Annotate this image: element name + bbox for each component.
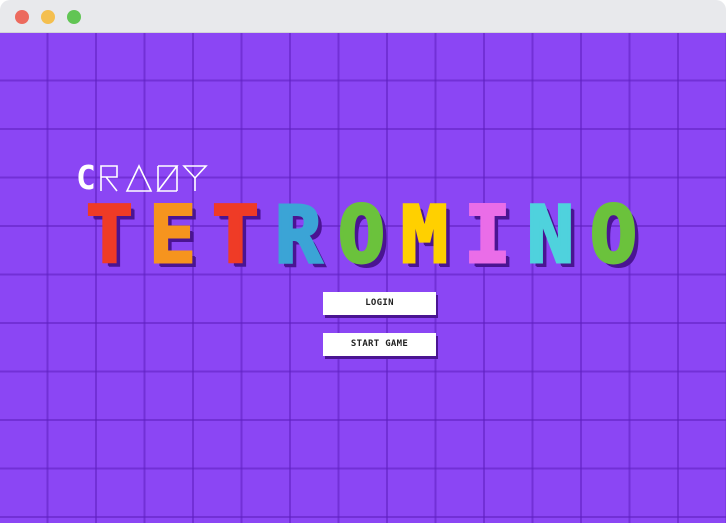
title-letter-t: T <box>211 191 261 281</box>
zoom-window-button[interactable] <box>67 10 81 24</box>
title-letter-i: I <box>463 191 513 281</box>
title-letter-n: N <box>526 191 576 281</box>
start-game-button[interactable]: START GAME <box>323 333 436 356</box>
window-titlebar <box>0 0 726 33</box>
crazy-outline-letters <box>100 164 208 192</box>
game-title-tetromino: TETROMINO <box>78 191 645 281</box>
browser-window: C TETROMINO LOGIN START GAME <box>0 0 726 523</box>
game-subtitle-crazy: C <box>76 161 208 195</box>
minimize-window-button[interactable] <box>41 10 55 24</box>
title-letter-m: M <box>400 191 450 281</box>
title-letter-r: R <box>274 191 324 281</box>
title-letter-t: T <box>85 191 135 281</box>
game-stage: C TETROMINO LOGIN START GAME <box>0 33 726 523</box>
crazy-first-letter: C <box>76 158 96 197</box>
login-button[interactable]: LOGIN <box>323 292 436 315</box>
close-window-button[interactable] <box>15 10 29 24</box>
title-letter-e: E <box>148 191 198 281</box>
title-letter-o: O <box>589 191 639 281</box>
title-letter-o: O <box>337 191 387 281</box>
